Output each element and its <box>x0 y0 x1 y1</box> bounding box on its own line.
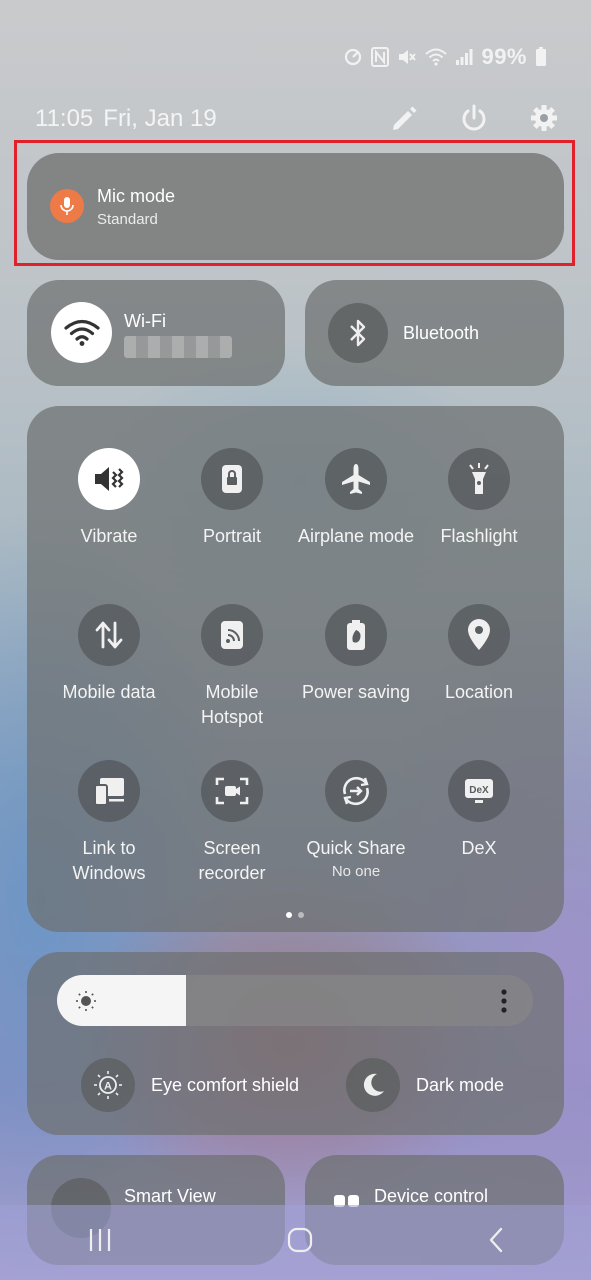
portrait-lock-icon <box>201 448 263 510</box>
tile-sublabel: No one <box>331 863 381 880</box>
power-icon[interactable] <box>459 103 491 135</box>
battery-percent: 99% <box>481 44 527 69</box>
bluetooth-label: Bluetooth <box>403 323 480 343</box>
tile-label: Power saving <box>301 682 411 702</box>
gear-icon[interactable] <box>529 103 561 135</box>
page-dot-active <box>286 912 292 918</box>
mobile-data-icon <box>78 604 140 666</box>
device-control-label: Device control <box>374 1186 489 1206</box>
tile-screen-recorder[interactable]: Screen recorder <box>172 760 292 886</box>
airplane-icon <box>325 448 387 510</box>
panel-header: 11:05 Fri, Jan 19 <box>35 100 561 138</box>
wifi-status-icon <box>425 48 448 66</box>
eye-comfort-label: Eye comfort shield <box>151 1075 300 1095</box>
tile-flashlight[interactable]: Flashlight <box>419 448 539 549</box>
home-icon[interactable] <box>287 1227 313 1258</box>
smart-view-label: Smart View <box>124 1186 216 1206</box>
power-saving-icon <box>325 604 387 666</box>
status-bar: 99% <box>343 44 547 70</box>
page-dot <box>298 912 304 918</box>
tile-power-saving[interactable]: Power saving <box>296 604 416 705</box>
tile-label: DeX <box>461 838 497 858</box>
eye-comfort-icon: A <box>94 1071 122 1099</box>
tile-label: Vibrate <box>80 526 138 546</box>
navigation-bar <box>0 1205 591 1280</box>
hotspot-icon <box>201 604 263 666</box>
tile-label: Portrait <box>202 526 262 546</box>
highlight-box <box>14 140 575 266</box>
more-options-icon[interactable] <box>500 988 508 1019</box>
wifi-icon <box>63 319 100 346</box>
mute-icon <box>397 47 417 67</box>
location-pin-icon <box>448 604 510 666</box>
tile-label: Airplane mode <box>297 526 415 546</box>
recent-apps-icon[interactable] <box>87 1228 113 1257</box>
brightness-icon <box>75 990 97 1012</box>
tile-vibrate[interactable]: Vibrate <box>49 448 169 549</box>
eye-comfort-toggle[interactable]: A <box>81 1058 135 1112</box>
moon-icon <box>363 1073 384 1096</box>
pencil-icon[interactable] <box>389 103 421 135</box>
tile-label: Screen recorder <box>198 838 266 883</box>
tile-label: Location <box>444 682 514 702</box>
brightness-slider[interactable] <box>57 975 533 1026</box>
tile-location[interactable]: Location <box>419 604 539 705</box>
sync-icon <box>343 47 363 67</box>
tile-airplane-mode[interactable]: Airplane mode <box>296 448 416 549</box>
screen-recorder-icon <box>201 760 263 822</box>
tile-dex[interactable]: DeX DeX <box>419 760 539 861</box>
tile-portrait[interactable]: Portrait <box>172 448 292 549</box>
back-icon[interactable] <box>488 1227 504 1258</box>
dark-mode-toggle[interactable] <box>346 1058 400 1112</box>
tile-mobile-hotspot[interactable]: Mobile Hotspot <box>172 604 292 730</box>
tile-label: Flashlight <box>440 526 518 546</box>
flashlight-icon <box>448 448 510 510</box>
tile-label: Link to Windows <box>72 838 146 883</box>
page-indicator <box>286 912 304 918</box>
wifi-toggle[interactable] <box>51 302 112 363</box>
svg-text:A: A <box>104 1081 112 1093</box>
bluetooth-icon <box>350 319 366 347</box>
tile-quick-share[interactable]: Quick Share No one <box>296 760 416 880</box>
dex-icon: DeX <box>448 760 510 822</box>
battery-icon <box>535 47 547 67</box>
date: Fri, Jan 19 <box>103 105 217 132</box>
wifi-network-name-redacted <box>124 336 232 358</box>
dark-mode-label: Dark mode <box>416 1075 505 1095</box>
quick-share-icon <box>325 760 387 822</box>
clock: 11:05 <box>35 105 94 132</box>
tile-mobile-data[interactable]: Mobile data <box>49 604 169 705</box>
vibrate-icon <box>78 448 140 510</box>
link-to-windows-icon <box>78 760 140 822</box>
nfc-icon <box>371 47 390 67</box>
tile-label: Mobile data <box>62 682 156 702</box>
tile-label: Quick Share <box>306 838 406 858</box>
tile-link-to-windows[interactable]: Link to Windows <box>49 760 169 886</box>
svg-text:DeX: DeX <box>469 785 489 796</box>
wifi-label: Wi-Fi <box>124 311 166 331</box>
header-actions <box>389 103 561 135</box>
signal-icon <box>455 48 473 66</box>
bluetooth-toggle[interactable] <box>328 303 388 363</box>
tile-label: Mobile Hotspot <box>200 682 264 727</box>
